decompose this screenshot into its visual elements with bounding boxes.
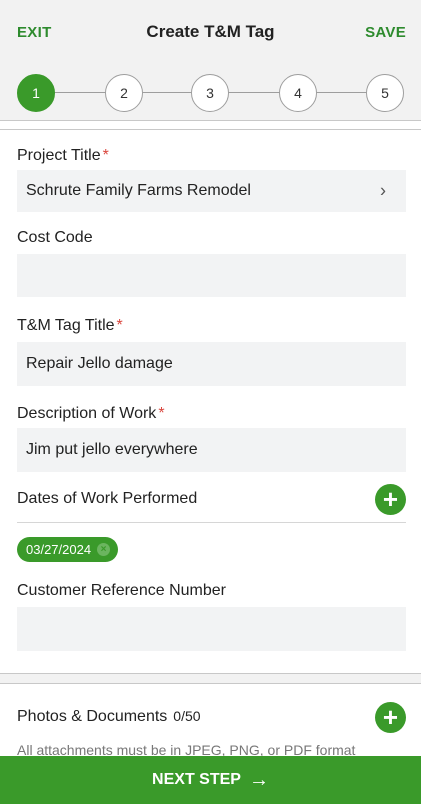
project-title-label: Project Title * <box>17 147 109 164</box>
customer-ref-label: Customer Reference Number <box>17 582 226 599</box>
add-date-button[interactable]: + <box>375 484 406 515</box>
project-title-value: Schrute Family Farms Remodel <box>26 182 251 199</box>
chevron-right-icon: › <box>380 180 386 201</box>
step-4[interactable]: 4 <box>279 74 317 112</box>
required-marker: * <box>102 147 109 164</box>
step-2[interactable]: 2 <box>105 74 143 112</box>
section-divider <box>0 673 421 684</box>
plus-icon: + <box>382 484 399 514</box>
plus-icon: + <box>382 702 399 732</box>
header-divider-2 <box>0 129 421 130</box>
page-title: Create T&M Tag <box>146 22 275 41</box>
next-step-button[interactable]: NEXT STEP → <box>0 756 421 804</box>
customer-ref-input[interactable] <box>17 607 406 651</box>
save-button[interactable]: SAVE <box>365 24 406 41</box>
stepper: 1 2 3 4 5 <box>0 74 421 112</box>
photos-label: Photos & Documents 0/50 <box>17 708 201 725</box>
dates-label: Dates of Work Performed <box>17 490 198 507</box>
description-value: Jim put jello everywhere <box>26 441 198 458</box>
tag-title-input[interactable]: Repair Jello damage <box>17 342 406 386</box>
remove-date-icon[interactable]: × <box>97 543 111 556</box>
photos-count: 0/50 <box>173 708 201 724</box>
required-marker: * <box>158 405 165 422</box>
step-5[interactable]: 5 <box>366 74 404 112</box>
arrow-right-icon: → <box>248 768 269 791</box>
next-step-label: NEXT STEP <box>152 771 241 788</box>
cost-code-label: Cost Code <box>17 229 93 246</box>
tag-title-value: Repair Jello damage <box>26 355 173 372</box>
cost-code-input[interactable] <box>17 254 406 297</box>
header-divider <box>0 120 421 121</box>
required-marker: * <box>116 317 123 334</box>
dates-divider <box>17 522 406 523</box>
description-label: Description of Work * <box>17 405 165 422</box>
description-input[interactable]: Jim put jello everywhere <box>17 428 406 472</box>
add-photo-button[interactable]: + <box>375 702 406 733</box>
top-bar: EXIT Create T&M Tag SAVE 1 2 3 4 5 <box>0 0 421 120</box>
step-3[interactable]: 3 <box>191 74 229 112</box>
tag-title-label: T&M Tag Title * <box>17 317 123 334</box>
date-chip[interactable]: 03/27/2024 × <box>17 537 119 562</box>
step-1[interactable]: 1 <box>17 74 55 112</box>
date-chip-label: 03/27/2024 <box>26 542 92 557</box>
project-title-select[interactable]: Schrute Family Farms Remodel › <box>17 170 406 212</box>
